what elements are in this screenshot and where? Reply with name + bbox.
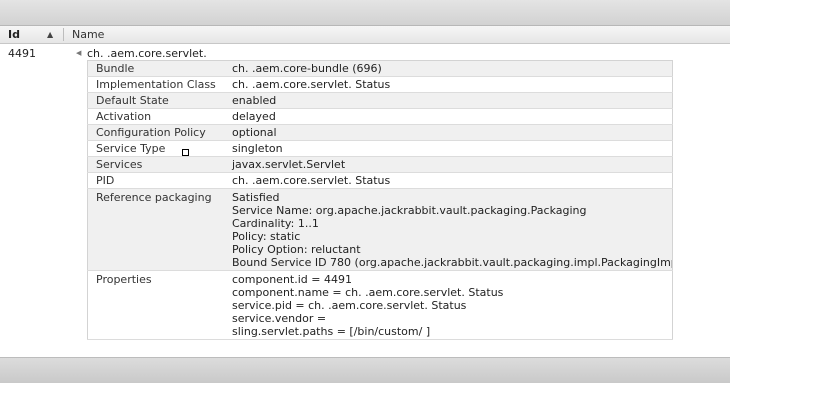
detail-key: Properties [87,270,224,340]
detail-row: Properties component.id = 4491 component.n… [87,270,673,340]
column-header-name[interactable]: Name [72,26,104,43]
bottom-toolbar [0,357,730,383]
detail-value: ch. .aem.core.servlet. Status [224,172,673,189]
detail-key: Reference packaging [87,188,224,271]
detail-row: Services javax.servlet.Servlet [87,156,673,173]
detail-row: Reference packaging Satisfied Service Name… [87,188,673,271]
detail-value-line: service.vendor = [232,312,327,325]
detail-value-line: sling.servlet.paths = [/bin/custom/ ] [232,325,431,338]
detail-key: Service Type [87,140,224,157]
detail-key: Services [87,156,224,173]
detail-key: Configuration Policy [87,124,224,141]
detail-key: Default State [87,92,224,109]
component-name-link[interactable]: ch. .aem.core.servlet. [87,47,207,60]
detail-value-line: javax.servlet.Servlet [232,158,346,171]
table-header: Id ▲ Name [0,26,730,44]
detail-key: Bundle [87,60,224,77]
detail-value-line: ch. .aem.core.servlet. Status [232,174,391,187]
detail-value-line: service.pid = ch. .aem.core.servlet. Sta… [232,299,467,312]
detail-value-line: Service Name: org.apache.jackrabbit.vaul… [232,204,587,217]
component-id-cell: 4491 [8,47,36,60]
top-toolbar [0,0,730,26]
detail-row: Bundle ch. .aem.core-bundle (696) [87,60,673,77]
detail-value-line: Policy: static [232,230,301,243]
detail-value: ch. .aem.core.servlet. Status [224,76,673,93]
detail-value: Satisfied Service Name: org.apache.jackra… [224,188,673,271]
detail-value-line: optional [232,126,277,139]
detail-value-line: ch. .aem.core-bundle (696) [232,62,382,75]
detail-row: Configuration Policy optional [87,124,673,141]
column-header-id[interactable]: Id [8,26,20,43]
detail-row: Activation delayed [87,108,673,125]
detail-row: Implementation Class ch. .aem.core.servle… [87,76,673,93]
detail-row: Service Type singleton [87,140,673,157]
column-divider[interactable] [63,28,64,41]
detail-value: delayed [224,108,673,125]
cursor-marker [182,149,189,156]
detail-value-line: ch. .aem.core.servlet. Status [232,78,391,91]
detail-value-line: enabled [232,94,277,107]
collapse-triangle-icon[interactable]: ◀ [76,49,81,57]
detail-row: PID ch. .aem.core.servlet. Status [87,172,673,189]
detail-value-line: delayed [232,110,276,123]
detail-value: optional [224,124,673,141]
sort-icon[interactable]: ▲ [47,26,53,43]
detail-value: ch. .aem.core-bundle (696) [224,60,673,77]
detail-key: Implementation Class [87,76,224,93]
detail-row: Default State enabled [87,92,673,109]
detail-value-line: singleton [232,142,283,155]
detail-value-line: Policy Option: reluctant [232,243,361,256]
detail-value-line: component.id = 4491 [232,273,352,286]
detail-value-line: Bound Service ID 780 (org.apache.jackrab… [232,256,673,269]
component-details-table: Bundle ch. .aem.core-bundle (696) Implemen… [87,60,673,340]
detail-key: PID [87,172,224,189]
detail-value-line: component.name = ch. .aem.core.servlet. … [232,286,504,299]
detail-value: component.id = 4491 component.name = ch. … [224,270,673,340]
detail-value: singleton [224,140,673,157]
detail-key: Activation [87,108,224,125]
table-row: 4491 ◀ ch. .aem.core.servlet. Bundle ch. … [0,44,730,357]
detail-value-line: Satisfied [232,191,280,204]
detail-value: javax.servlet.Servlet [224,156,673,173]
detail-value: enabled [224,92,673,109]
detail-value-line: Cardinality: 1..1 [232,217,319,230]
